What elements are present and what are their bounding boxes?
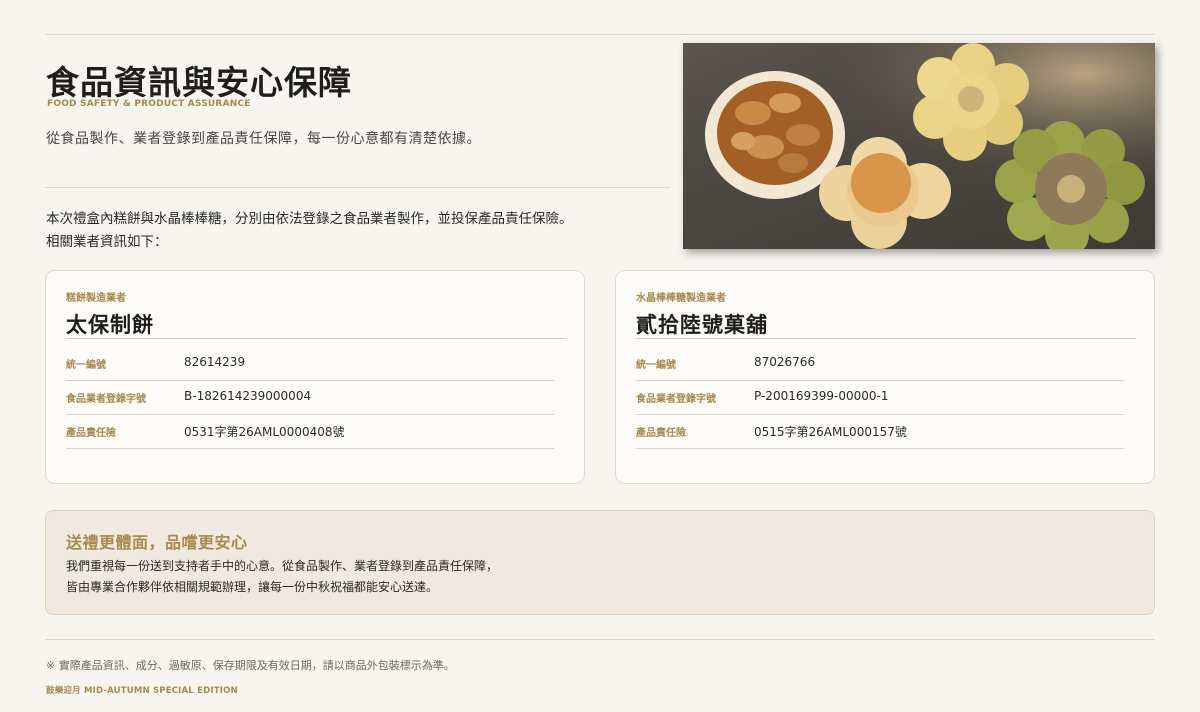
info-row-key: 統一編號 — [66, 360, 106, 371]
product-photo — [683, 43, 1155, 249]
notice-body: 我們重視每一份送到支持者手中的心意。從食品製作、業者登錄到產品責任保障， 皆由專… — [66, 556, 498, 598]
intro-text: 本次禮盒內糕餅與水晶棒棒糖，分別由依法登錄之食品業者製作，並投保產品責任保險。 … — [46, 208, 573, 254]
section-rule — [45, 187, 670, 188]
footer-rule — [45, 639, 1155, 640]
assurance-notice: 送禮更體面，品嚐更安心 我們重視每一份送到支持者手中的心意。從食品製作、業者登錄… — [45, 510, 1155, 615]
manufacturer-name: 太保制餅 — [66, 313, 154, 337]
info-row-key: 食品業者登錄字號 — [66, 394, 146, 405]
info-row-tax-id: 統一編號 87026766 — [636, 347, 1124, 381]
info-row-registration: 食品業者登錄字號 B-182614239000004 — [66, 381, 554, 415]
card-divider — [636, 338, 1136, 339]
info-row-value: 82614239 — [184, 355, 246, 369]
page-title: 食品資訊與安心保障 — [46, 63, 352, 102]
info-row-key: 產品責任險 — [636, 428, 686, 439]
info-row-value: P-200169399-00000-1 — [754, 389, 889, 403]
info-row-key: 統一編號 — [636, 360, 676, 371]
info-row-insurance: 產品責任險 0531字第26AML0000408號 — [66, 415, 554, 449]
info-row-insurance: 產品責任險 0515字第26AML000157號 — [636, 415, 1124, 449]
edition-mark: 鼓樂迎月 MID-AUTUMN SPECIAL EDITION — [46, 686, 238, 696]
manufacturer-card-pastry: 糕餅製造業者 太保制餅 統一編號 82614239 食品業者登錄字號 B-182… — [45, 270, 585, 484]
notice-title: 送禮更體面，品嚐更安心 — [66, 533, 248, 552]
lead-text: 從食品製作、業者登錄到產品責任保障，每一份心意都有清楚依據。 — [46, 131, 481, 147]
notice-line-2: 皆由專業合作夥伴依相關規範辦理，讓每一份中秋祝福都能安心送達。 — [66, 580, 439, 594]
manufacturer-name: 貳拾陸號菓舖 — [636, 313, 768, 337]
intro-line-1: 本次禮盒內糕餅與水晶棒棒糖，分別由依法登錄之食品業者製作，並投保產品責任保險。 — [46, 211, 573, 227]
info-row-registration: 食品業者登錄字號 P-200169399-00000-1 — [636, 381, 1124, 415]
top-rule — [45, 34, 1155, 35]
footnote: ※ 實際產品資訊、成分、過敏原、保存期限及有效日期，請以商品外包裝標示為準。 — [46, 659, 455, 672]
card-label: 水晶棒棒糖製造業者 — [636, 293, 726, 304]
info-row-tax-id: 統一編號 82614239 — [66, 347, 554, 381]
card-label: 糕餅製造業者 — [66, 293, 126, 304]
info-row-value: 0531字第26AML0000408號 — [184, 425, 345, 439]
info-row-value: B-182614239000004 — [184, 389, 312, 403]
info-row-key: 食品業者登錄字號 — [636, 394, 716, 405]
info-row-value: 0515字第26AML000157號 — [754, 425, 907, 439]
intro-line-2: 相關業者資訊如下： — [46, 234, 168, 250]
manufacturer-card-candy: 水晶棒棒糖製造業者 貳拾陸號菓舖 統一編號 87026766 食品業者登錄字號 … — [615, 270, 1155, 484]
info-row-value: 87026766 — [754, 355, 816, 369]
page-subtitle-en: FOOD SAFETY & PRODUCT ASSURANCE — [47, 99, 251, 109]
card-divider — [66, 338, 566, 339]
product-photo-illustration — [683, 43, 1155, 249]
notice-line-1: 我們重視每一份送到支持者手中的心意。從食品製作、業者登錄到產品責任保障， — [66, 559, 499, 573]
info-row-key: 產品責任險 — [66, 428, 116, 439]
